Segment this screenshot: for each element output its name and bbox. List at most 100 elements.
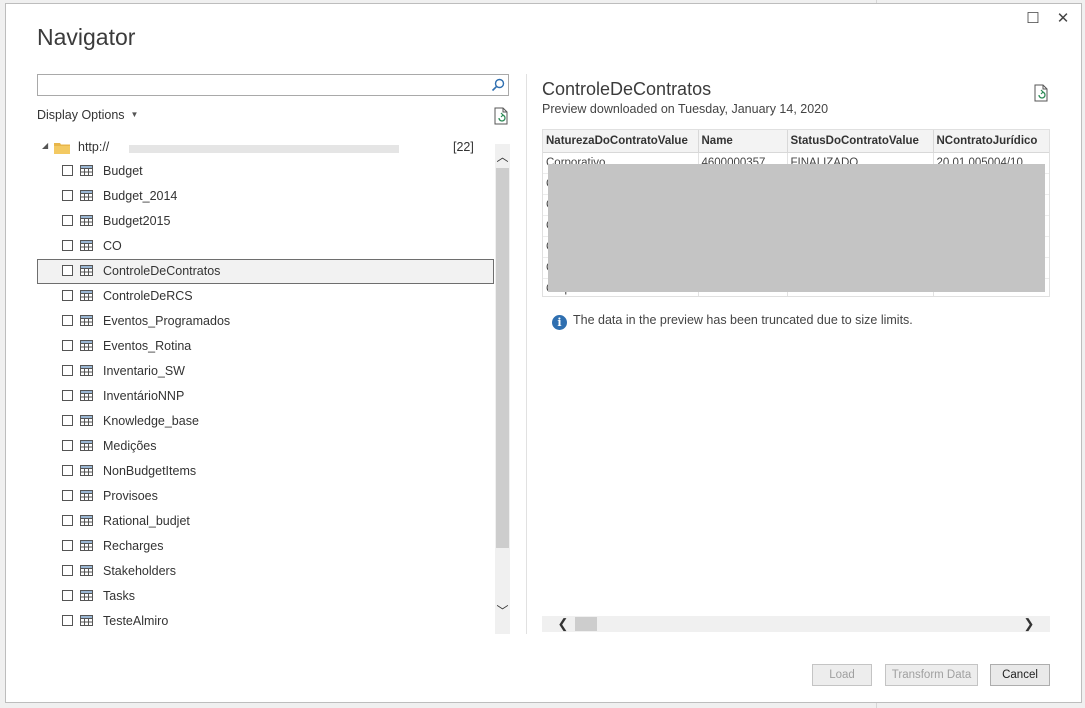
table-icon bbox=[80, 190, 93, 201]
close-button[interactable]: ✕ bbox=[1054, 10, 1072, 28]
redacted-url bbox=[129, 145, 399, 153]
table-icon bbox=[80, 365, 93, 376]
info-icon: i bbox=[552, 315, 567, 330]
tree-item[interactable]: ControleDeRCS bbox=[37, 284, 494, 309]
table-icon bbox=[80, 165, 93, 176]
checkbox[interactable] bbox=[62, 165, 73, 176]
tree-item[interactable]: CO bbox=[37, 234, 494, 259]
refresh-icon[interactable] bbox=[493, 107, 509, 125]
truncation-notice: i The data in the preview has been trunca… bbox=[552, 313, 913, 330]
tree-item[interactable]: Tasks bbox=[37, 584, 494, 609]
tree-item[interactable]: Eventos_Rotina bbox=[37, 334, 494, 359]
preview-horizontal-scrollbar[interactable]: ❮ ❯ bbox=[542, 616, 1050, 632]
tree-item[interactable]: ControleDeContratos bbox=[37, 259, 494, 284]
load-button[interactable]: Load bbox=[812, 664, 872, 686]
tree-item[interactable]: Budget bbox=[37, 159, 494, 184]
tree-item[interactable]: Inventario_SW bbox=[37, 359, 494, 384]
scroll-up-icon[interactable]: ︿ bbox=[495, 148, 510, 166]
tree-item-label: Medições bbox=[103, 439, 157, 453]
column-header: NContratoJurídico bbox=[933, 130, 1049, 153]
checkbox[interactable] bbox=[62, 265, 73, 276]
tree-item[interactable]: Recharges bbox=[37, 534, 494, 559]
preview-refresh-icon[interactable] bbox=[1033, 84, 1049, 102]
item-count: [22] bbox=[453, 140, 474, 154]
tree-item[interactable]: Budget_2014 bbox=[37, 184, 494, 209]
search-icon[interactable] bbox=[491, 78, 505, 92]
tree-item-label: InventárioNNP bbox=[103, 389, 185, 403]
collapse-triangle-icon[interactable]: ◢ bbox=[42, 141, 48, 150]
tree-item[interactable]: TesteAlmiro bbox=[37, 609, 494, 632]
search-input[interactable] bbox=[37, 74, 509, 96]
checkbox[interactable] bbox=[62, 490, 73, 501]
transform-data-button[interactable]: Transform Data bbox=[885, 664, 978, 686]
checkbox[interactable] bbox=[62, 540, 73, 551]
checkbox[interactable] bbox=[62, 340, 73, 351]
tree-item-label: Stakeholders bbox=[103, 564, 176, 578]
table-icon bbox=[80, 290, 93, 301]
tree-root-node[interactable]: ◢ http:// [22] bbox=[37, 136, 495, 158]
hscroll-thumb[interactable] bbox=[575, 617, 597, 631]
navigator-tree: ◢ http:// [22] Budget Budget_2014 Budget20… bbox=[37, 134, 495, 632]
tree-item[interactable]: Provisoes bbox=[37, 484, 494, 509]
tree-item[interactable]: Budget2015 bbox=[37, 209, 494, 234]
tree-item-label: NonBudgetItems bbox=[103, 464, 197, 478]
tree-item-label: Knowledge_base bbox=[103, 414, 199, 428]
preview-title: ControleDeContratos bbox=[542, 79, 712, 99]
checkbox[interactable] bbox=[62, 590, 73, 601]
table-icon bbox=[80, 540, 93, 551]
site-url: http:// bbox=[78, 140, 110, 154]
tree-item-label: TesteAlmiro bbox=[103, 614, 169, 628]
tree-item-label: Tasks bbox=[103, 589, 135, 603]
maximize-button[interactable]: ☐ bbox=[1024, 10, 1042, 28]
table-icon bbox=[80, 265, 93, 276]
tree-item-label: Eventos_Rotina bbox=[103, 339, 192, 353]
tree-vertical-scrollbar[interactable]: ︿ ﹀ bbox=[495, 144, 510, 634]
tree-item[interactable]: Medições bbox=[37, 434, 494, 459]
scroll-thumb[interactable] bbox=[496, 168, 509, 548]
column-header: StatusDoContratoValue bbox=[787, 130, 934, 153]
tree-item-label: Budget2015 bbox=[103, 214, 171, 228]
checkbox[interactable] bbox=[62, 390, 73, 401]
tree-item-label: Provisoes bbox=[103, 489, 158, 503]
checkbox[interactable] bbox=[62, 565, 73, 576]
checkbox[interactable] bbox=[62, 515, 73, 526]
checkbox[interactable] bbox=[62, 215, 73, 226]
table-list: Budget Budget_2014 Budget2015 CO ControleDeC… bbox=[37, 159, 495, 632]
tree-item-label: Recharges bbox=[103, 539, 164, 553]
checkbox[interactable] bbox=[62, 315, 73, 326]
display-options-dropdown[interactable]: Display Options ▼ bbox=[37, 108, 138, 122]
table-icon bbox=[80, 390, 93, 401]
checkbox[interactable] bbox=[62, 190, 73, 201]
checkbox[interactable] bbox=[62, 615, 73, 626]
checkbox[interactable] bbox=[62, 415, 73, 426]
tree-item-label: CO bbox=[103, 239, 122, 253]
tree-item[interactable]: Knowledge_base bbox=[37, 409, 494, 434]
checkbox[interactable] bbox=[62, 440, 73, 451]
tree-item[interactable]: NonBudgetItems bbox=[37, 459, 494, 484]
checkbox[interactable] bbox=[62, 365, 73, 376]
tree-item-label: Budget_2014 bbox=[103, 189, 178, 203]
tree-item[interactable]: Eventos_Programados bbox=[37, 309, 494, 334]
cancel-button[interactable]: Cancel bbox=[990, 664, 1050, 686]
scroll-down-icon[interactable]: ﹀ bbox=[495, 602, 510, 620]
tree-item-label: Budget bbox=[103, 164, 143, 178]
pane-divider bbox=[526, 74, 527, 634]
column-header: NaturezaDoContratoValue bbox=[543, 130, 699, 153]
preview-subtitle: Preview downloaded on Tuesday, January 1… bbox=[542, 102, 829, 116]
tree-item[interactable]: Rational_budjet bbox=[37, 509, 494, 534]
notice-text: The data in the preview has been truncat… bbox=[573, 313, 913, 327]
table-icon bbox=[80, 240, 93, 251]
tree-item-label: Rational_budjet bbox=[103, 514, 190, 528]
tree-item-label: ControleDeContratos bbox=[103, 264, 221, 278]
chevron-down-icon: ▼ bbox=[130, 110, 139, 119]
tree-item[interactable]: InventárioNNP bbox=[37, 384, 494, 409]
tree-item[interactable]: Stakeholders bbox=[37, 559, 494, 584]
table-icon bbox=[80, 565, 93, 576]
checkbox[interactable] bbox=[62, 465, 73, 476]
scroll-right-icon[interactable]: ❯ bbox=[1020, 616, 1038, 632]
scroll-left-icon[interactable]: ❮ bbox=[554, 616, 572, 632]
table-icon bbox=[80, 465, 93, 476]
column-header: Name bbox=[698, 130, 788, 153]
checkbox[interactable] bbox=[62, 240, 73, 251]
checkbox[interactable] bbox=[62, 290, 73, 301]
